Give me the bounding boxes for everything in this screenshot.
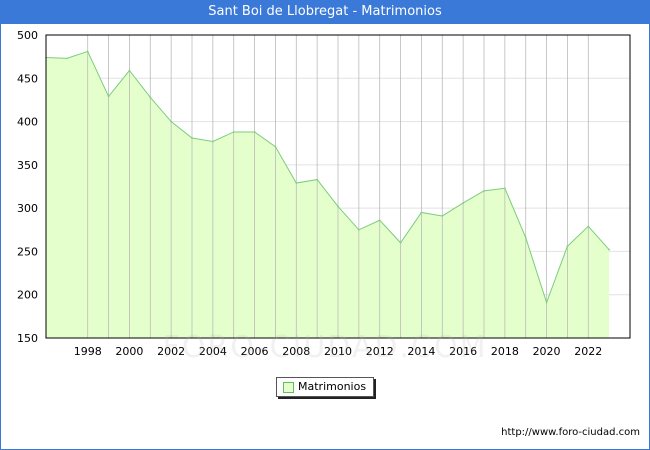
data-point [378, 219, 381, 222]
y-tick-label: 400 [17, 116, 38, 129]
data-point [149, 96, 152, 99]
data-point [212, 140, 214, 143]
data-point [545, 301, 548, 304]
data-point [587, 225, 590, 228]
data-point [462, 202, 464, 204]
data-point [420, 211, 423, 214]
data-point [86, 50, 89, 53]
watermark: FORO-CIUDAD.COM [162, 330, 488, 365]
data-point [483, 190, 485, 192]
y-tick-label: 350 [17, 159, 38, 172]
y-tick-label: 500 [17, 29, 38, 42]
legend: Matrimonios [276, 377, 374, 397]
y-tick-label: 300 [17, 202, 38, 215]
data-point [524, 236, 527, 239]
y-tick-label: 250 [17, 245, 38, 258]
y-tick-label: 450 [17, 72, 38, 85]
data-point [253, 131, 256, 133]
data-point [170, 120, 172, 123]
data-point [504, 187, 506, 190]
data-point [66, 57, 68, 60]
data-point [358, 228, 360, 231]
data-point [566, 245, 569, 248]
data-point [337, 205, 339, 208]
source-url: http://www.foro-ciudad.com [501, 427, 640, 438]
data-point [608, 248, 610, 251]
legend-swatch-matrimonios [283, 382, 294, 393]
data-point [107, 95, 110, 98]
data-point [441, 215, 444, 217]
data-point [191, 137, 193, 139]
data-point [295, 182, 298, 184]
y-tick-label: 200 [17, 289, 38, 302]
data-point [316, 178, 318, 181]
data-point [399, 241, 402, 244]
legend-label-matrimonios: Matrimonios [298, 380, 367, 393]
data-point [232, 131, 235, 133]
data-point [128, 69, 131, 72]
data-point [274, 145, 277, 148]
